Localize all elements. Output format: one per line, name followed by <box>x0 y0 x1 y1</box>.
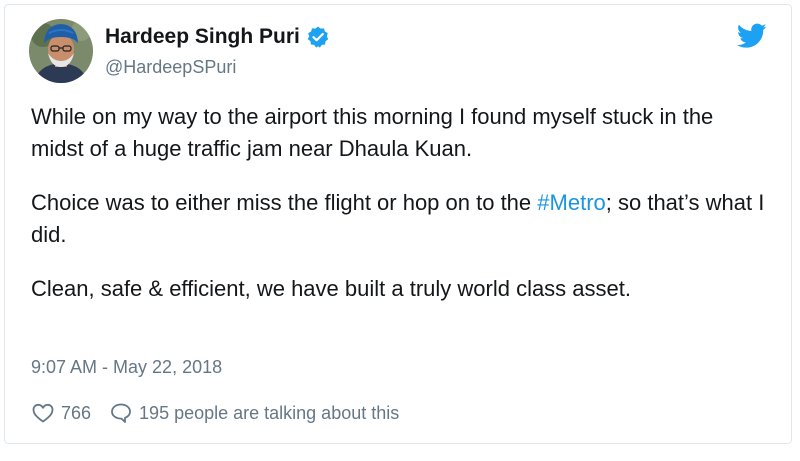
author-display-name[interactable]: Hardeep Singh Puri <box>105 25 300 49</box>
tweet-paragraph: Clean, safe & efficient, we have built a… <box>31 276 631 301</box>
author-name-row[interactable]: Hardeep Singh Puri <box>105 25 330 49</box>
author-handle[interactable]: @HardeepSPuri <box>105 57 236 78</box>
tweet-card: Hardeep Singh Puri @HardeepSPuri While o… <box>4 4 792 444</box>
comment-icon <box>111 403 131 423</box>
tweet-actions: 766 195 people are talking about this <box>31 401 417 425</box>
tweet-text-segment: Choice was to either miss the flight or … <box>31 190 538 215</box>
tweet-timestamp[interactable]: 9:07 AM - May 22, 2018 <box>31 357 222 378</box>
tweet-paragraph: While on my way to the airport this morn… <box>31 104 714 161</box>
verified-badge-icon <box>307 26 329 48</box>
tweet-paragraph: Choice was to either miss the flight or … <box>31 187 771 251</box>
metro-hashtag-link[interactable]: #Metro <box>537 190 605 215</box>
comments-link[interactable]: 195 people are talking about this <box>109 401 399 425</box>
heart-icon <box>32 403 54 423</box>
like-button[interactable]: 766 <box>31 401 91 425</box>
comments-text: 195 people are talking about this <box>139 402 400 423</box>
twitter-bird-icon[interactable] <box>737 23 767 49</box>
like-count: 766 <box>61 402 92 423</box>
avatar-photo <box>29 19 93 83</box>
tweet-text: While on my way to the airport this morn… <box>31 101 771 327</box>
avatar[interactable] <box>29 19 93 83</box>
